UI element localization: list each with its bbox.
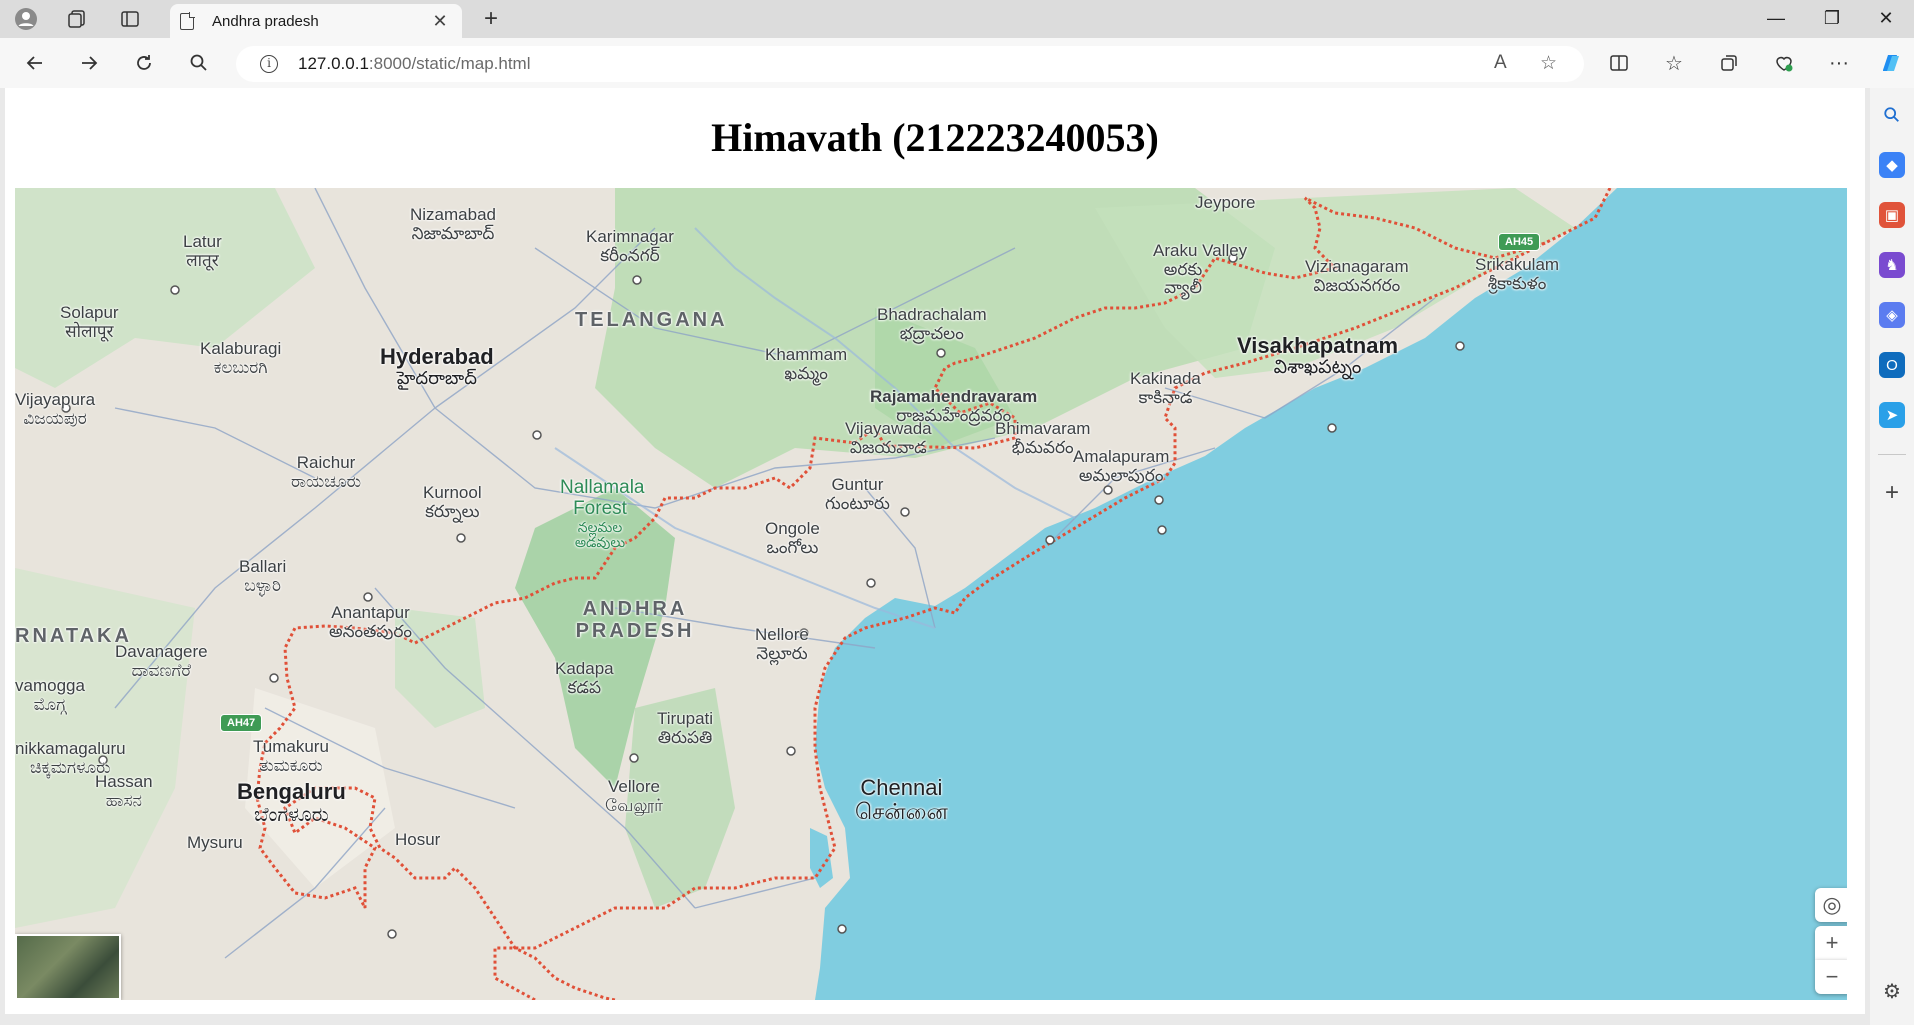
city-label: Hosur <box>395 830 441 849</box>
city-label: Chennai சென்னை <box>855 775 948 825</box>
locate-me-icon[interactable]: ◎ <box>1815 888 1847 922</box>
url-text: 127.0.0.1:8000/static/map.html <box>298 54 531 73</box>
city-label: Srikakulam శ్రీకాకుళం <box>1475 255 1560 293</box>
copilot-icon[interactable] <box>1874 47 1908 79</box>
page-content: Himavath (212223240053) TELANGANA ANDHRA… <box>5 88 1865 1014</box>
city-label: Anantapur అనంతపురం <box>329 603 413 641</box>
city-label: Visakhapatnam విశాఖపట్నం <box>1237 333 1399 379</box>
city-label: Vellore வேலூர் <box>605 777 664 815</box>
edge-sidebar: ◆ ▣ ♞ ◈ O ➤ + ⚙ <box>1870 88 1914 1025</box>
city-label: Tumakuru ತುಮಕೂರು <box>253 737 329 775</box>
city-label: Vijayawada విజయవాడ <box>845 419 932 457</box>
city-label: Raichur ರಾಯಚೂರು <box>291 453 362 491</box>
site-info-icon[interactable]: i <box>260 55 278 73</box>
split-screen-icon[interactable] <box>1602 47 1636 79</box>
city-label: Vijayapura ವಿಜಯಪುರ <box>15 390 96 428</box>
satellite-layer-toggle[interactable] <box>15 934 121 1000</box>
close-tab-icon[interactable]: ✕ <box>428 11 452 32</box>
profile-icon[interactable] <box>10 5 42 33</box>
sidebar-send-icon[interactable]: ➤ <box>1879 402 1905 428</box>
sidebar-add-icon[interactable]: + <box>1879 479 1905 506</box>
city-label: Hyderabad హైదరాబాద్ <box>380 344 494 389</box>
sidebar-tag-icon[interactable]: ◆ <box>1879 152 1905 178</box>
minimize-button[interactable]: — <box>1748 0 1804 36</box>
city-label: Nizamabad నిజామాబాద్ <box>410 205 496 243</box>
city-label: Amalapuram అమలాపురం <box>1073 447 1170 485</box>
forward-button[interactable] <box>72 47 106 79</box>
address-bar[interactable]: i 127.0.0.1:8000/static/map.html A ☆ <box>236 46 1584 82</box>
city-label: Latur लातूर <box>183 232 222 270</box>
city-label: vamogga ಮೊಗ್ಗ <box>15 676 85 714</box>
city-label: Solapur सोलापूर <box>60 303 119 341</box>
sidebar-games-icon[interactable]: ♞ <box>1879 252 1905 278</box>
browser-tab-bar: Andhra pradesh ✕ + — ❐ ✕ <box>0 0 1914 38</box>
city-label: Nellore నెల్లూరు <box>755 625 809 663</box>
city-label: Tirupati తిరుపతి <box>657 709 714 747</box>
city-label: Karimnagar కరీంనగర్ <box>586 227 674 265</box>
zoom-in-button[interactable]: + <box>1815 926 1847 960</box>
read-aloud-icon[interactable]: A <box>1494 52 1507 74</box>
tab-actions-icon[interactable] <box>114 5 146 33</box>
more-menu-icon[interactable]: ··· <box>1822 47 1856 79</box>
sidebar-search-icon[interactable] <box>1879 102 1905 128</box>
zoom-out-button[interactable]: − <box>1815 960 1847 994</box>
city-label: Jeypore <box>1195 193 1256 212</box>
city-label: Bengaluru ಬೆಂಗಳೂರು <box>237 779 346 827</box>
city-label: Khammam ఖమ్మం <box>765 345 848 383</box>
city-label: Kadapa కడప <box>555 659 614 697</box>
city-label: Hassan ಹಾಸನ <box>95 772 153 810</box>
city-label: Guntur గుంటూరు <box>825 475 890 513</box>
city-label: Kakinada కాకినాడ <box>1130 369 1201 407</box>
city-label: Kalaburagi ಕಲಬುರಗಿ <box>200 339 282 377</box>
workspaces-icon[interactable] <box>61 5 93 33</box>
tab-title: Andhra pradesh <box>212 12 319 30</box>
browser-toolbar: i 127.0.0.1:8000/static/map.html A ☆ ☆ ·… <box>0 38 1914 88</box>
sidebar-m365-icon[interactable]: ◈ <box>1879 302 1905 328</box>
forest-label: Nallamala Forest నల్లమల అడవులు <box>560 477 645 551</box>
sidebar-outlook-icon[interactable]: O <box>1879 352 1905 378</box>
city-label: Araku Valley అరకు వ్యాలీ <box>1153 241 1248 298</box>
highway-shield-ah47: AH47 <box>220 714 263 732</box>
settings-gear-icon[interactable]: ⚙ <box>1879 978 1905 1004</box>
page-title: Himavath (212223240053) <box>711 115 1159 160</box>
page-icon <box>180 11 195 30</box>
city-label: Kurnool కర్నూలు <box>423 483 482 521</box>
new-tab-button[interactable]: + <box>476 6 506 34</box>
favorites-icon[interactable]: ☆ <box>1657 47 1691 79</box>
collections-icon[interactable] <box>1712 47 1746 79</box>
back-button[interactable] <box>18 47 52 79</box>
browser-essentials-icon[interactable] <box>1767 47 1801 79</box>
state-label-andhra-pradesh: ANDHRA PRADESH <box>575 598 695 642</box>
favorite-star-icon[interactable]: ☆ <box>1540 52 1557 75</box>
city-label: Mysuru <box>187 833 243 852</box>
state-label-telangana: TELANGANA <box>575 309 728 331</box>
city-label: Ongole ఒంగోలు <box>765 519 820 557</box>
city-label: Ballari ಬಳ್ಳಾರಿ <box>239 557 287 595</box>
refresh-button[interactable] <box>127 47 161 79</box>
restore-button[interactable]: ❐ <box>1804 0 1860 36</box>
search-icon[interactable] <box>182 47 216 79</box>
city-label: Bhadrachalam భద్రాచలం <box>877 305 987 343</box>
sidebar-divider <box>1878 454 1906 455</box>
tab-andhra-pradesh[interactable]: Andhra pradesh ✕ <box>170 4 462 38</box>
highway-shield-ah45: AH45 <box>1498 233 1541 251</box>
city-label: Vizianagaram విజయనగరం <box>1305 257 1409 295</box>
close-window-button[interactable]: ✕ <box>1858 0 1914 36</box>
city-label: Davanagere ದಾವಣಗೆರೆ <box>115 642 208 680</box>
map-view[interactable]: TELANGANA ANDHRA PRADESH RNATAKA Nallama… <box>15 188 1847 1000</box>
sidebar-tools-icon[interactable]: ▣ <box>1879 202 1905 228</box>
